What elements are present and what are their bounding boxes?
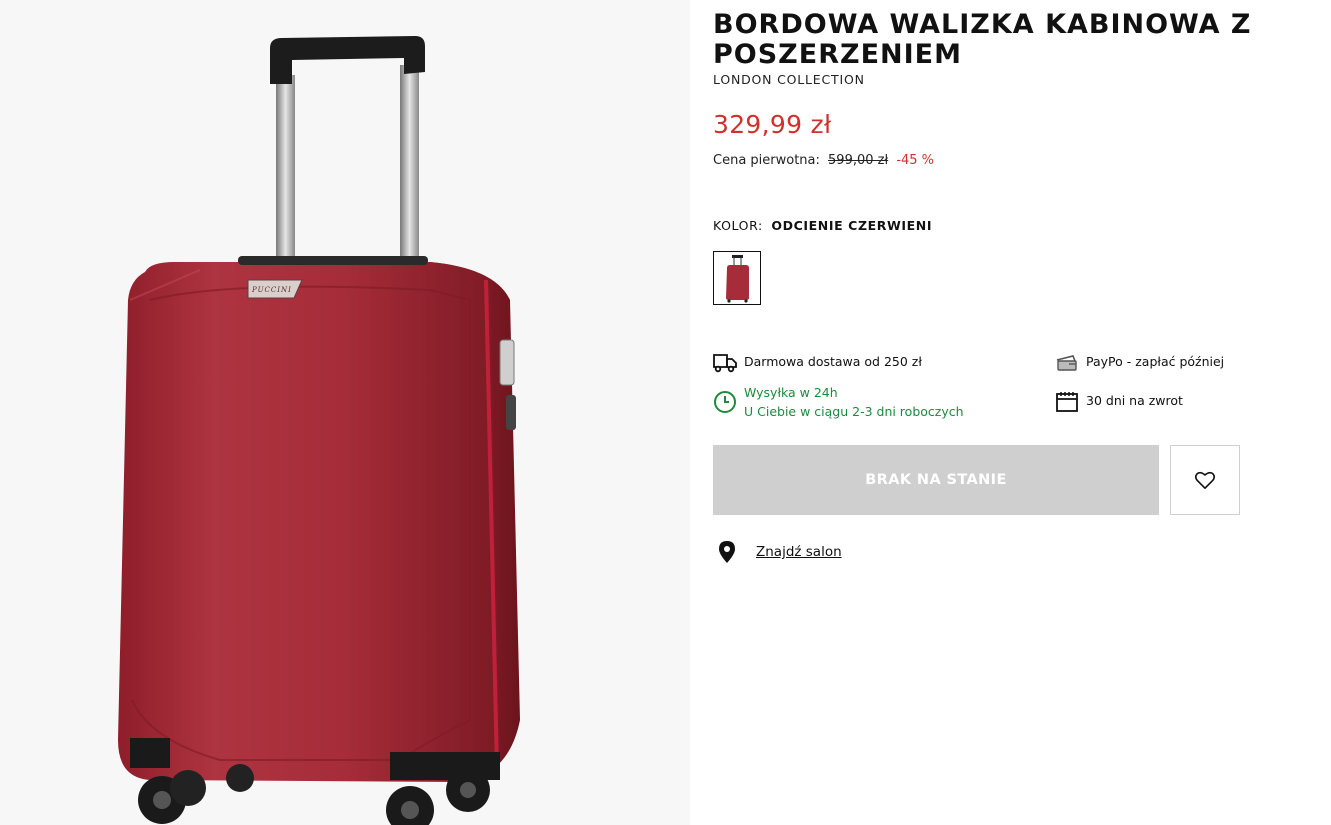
heart-icon	[1194, 471, 1216, 489]
suitcase-illustration: PUCCINI	[118, 36, 520, 825]
truck-icon	[713, 354, 737, 373]
clock-icon	[714, 391, 736, 413]
feature-paypo: PayPo - zapłać później	[1055, 352, 1224, 374]
color-label: KOLOR:	[713, 218, 763, 233]
product-image[interactable]: PUCCINI	[0, 0, 690, 825]
product-title: BORDOWA WALIZKA KABINOWA Z POSZERZENIEM	[713, 9, 1252, 70]
original-price-label: Cena pierwotna:	[713, 153, 820, 168]
brand-plate-text: PUCCINI	[251, 286, 292, 294]
discount-badge: -45 %	[896, 153, 935, 168]
find-store-link[interactable]: Znajdź salon	[756, 544, 842, 560]
feature-shipping: Wysyłka w 24h U Ciebie w ciągu 2-3 dni r…	[713, 383, 964, 421]
add-to-wishlist-button[interactable]	[1170, 445, 1240, 515]
feature-shipping-eta: U Ciebie w ciągu 2-3 dni roboczych	[744, 404, 964, 419]
feature-free-delivery: Darmowa dostawa od 250 zł	[713, 352, 922, 374]
color-row: KOLOR: ODCIENIE CZERWIENI	[713, 218, 932, 233]
wallet-icon	[1056, 355, 1077, 371]
out-of-stock-button[interactable]: BRAK NA STANIE	[713, 445, 1159, 515]
feature-paypo-text: PayPo - zapłać później	[1086, 354, 1225, 369]
product-brand: LONDON COLLECTION	[713, 72, 865, 87]
calendar-icon	[1056, 392, 1078, 412]
swatch-suitcase-thumbnail	[726, 255, 749, 303]
color-swatch-selected[interactable]	[713, 251, 761, 305]
find-store-row[interactable]: Znajdź salon	[718, 540, 842, 564]
product-page: PUCCINI BORDOWA WALIZKA KABINOWA Z POSZE…	[0, 0, 1331, 825]
feature-returns-text: 30 dni na zwrot	[1086, 393, 1183, 408]
current-price: 329,99 zł	[713, 110, 832, 139]
color-value: ODCIENIE CZERWIENI	[771, 218, 933, 233]
location-pin-icon	[719, 541, 735, 563]
original-price-row: Cena pierwotna: 599,00 zł -45 %	[713, 153, 934, 168]
feature-returns: 30 dni na zwrot	[1055, 391, 1183, 413]
original-price: 599,00 zł	[828, 153, 889, 168]
feature-shipping-time: Wysyłka w 24h	[744, 385, 838, 400]
feature-delivery-text: Darmowa dostawa od 250 zł	[744, 354, 922, 369]
